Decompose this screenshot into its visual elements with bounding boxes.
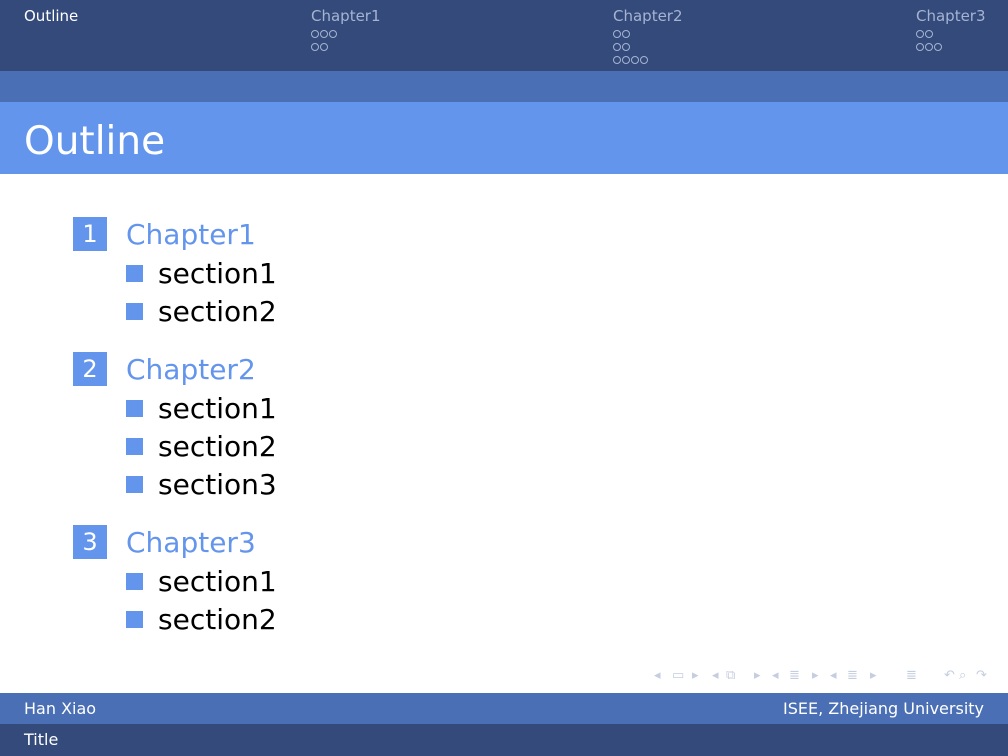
toc-section-row[interactable]: section2 [73, 600, 673, 638]
presentation-title: Title [24, 730, 59, 749]
dot-row [311, 40, 381, 53]
section-dot[interactable] [631, 55, 639, 64]
next-frame-icon[interactable]: ▸ [692, 668, 699, 683]
section-dot[interactable] [311, 29, 319, 38]
section-dot[interactable] [320, 29, 328, 38]
section-dot[interactable] [622, 42, 630, 51]
square-bullet-icon [126, 572, 143, 590]
section-dot[interactable] [613, 42, 621, 51]
toc-chapter-row[interactable]: 2 Chapter2 [73, 349, 673, 389]
chapter-title-link[interactable]: Chapter1 [126, 218, 256, 251]
search-icon[interactable]: ⌕ [959, 668, 966, 683]
dot-row [613, 53, 683, 66]
section-dot[interactable] [613, 29, 621, 38]
section-dot[interactable] [916, 42, 924, 51]
toc-section-row[interactable]: section1 [73, 562, 673, 600]
nav-item-label: Chapter1 [311, 7, 381, 25]
nav-item-label: Chapter3 [916, 7, 986, 25]
section-link[interactable]: section1 [158, 392, 277, 425]
section-link[interactable]: section3 [158, 468, 277, 501]
next-subsection-icon[interactable]: ▸ [754, 668, 761, 683]
subsection-icon[interactable]: ⧉ [726, 668, 735, 683]
toc-chapter-row[interactable]: 3 Chapter3 [73, 522, 673, 562]
toc-chapter: 2 Chapter2 section1 section2 section3 [73, 349, 673, 503]
section-dot[interactable] [320, 42, 328, 51]
prev-subsection-icon[interactable]: ◂ [712, 668, 719, 683]
toc-section-row[interactable]: section2 [73, 427, 673, 465]
dot-row [311, 27, 381, 40]
dot-row [613, 27, 683, 40]
prev-document-icon[interactable]: ◂ [830, 668, 837, 683]
section-dot[interactable] [925, 29, 933, 38]
frame-icon[interactable]: ▭ [672, 668, 684, 683]
square-bullet-icon [126, 399, 143, 417]
section-dot[interactable] [622, 29, 630, 38]
toc-chapter: 1 Chapter1 section1 section2 [73, 214, 673, 330]
back-icon[interactable]: ↶ [944, 668, 955, 683]
chapter-number-badge: 3 [73, 525, 107, 559]
footer-title-bar: Title [0, 724, 1008, 756]
nav-item-chapter3[interactable]: Chapter3 [916, 7, 986, 53]
chapter-title-link[interactable]: Chapter2 [126, 353, 256, 386]
section-dot[interactable] [622, 55, 630, 64]
section-dot[interactable] [311, 42, 319, 51]
section-dots [311, 27, 381, 53]
next-section-icon[interactable]: ▸ [812, 668, 819, 683]
toc-section-row[interactable]: section1 [73, 389, 673, 427]
prev-section-icon[interactable]: ◂ [772, 668, 779, 683]
footer-info-bar: Han Xiao ISEE, Zhejiang University [0, 693, 1008, 724]
nav-item-chapter2[interactable]: Chapter2 [613, 7, 683, 66]
square-bullet-icon [126, 264, 143, 282]
square-bullet-icon [126, 302, 143, 320]
chapter-number-badge: 2 [73, 352, 107, 386]
section-link[interactable]: section1 [158, 257, 277, 290]
toc-chapter-row[interactable]: 1 Chapter1 [73, 214, 673, 254]
toc-chapter: 3 Chapter3 section1 section2 [73, 522, 673, 638]
section-link[interactable]: section2 [158, 603, 277, 636]
nav-item-label: Outline [24, 7, 79, 25]
section-link[interactable]: section2 [158, 295, 277, 328]
document-icon[interactable]: ≣ [847, 668, 858, 683]
author-name: Han Xiao [24, 699, 97, 718]
section-dot[interactable] [916, 29, 924, 38]
toc-section-row[interactable]: section2 [73, 292, 673, 330]
subtitle-band [0, 71, 1008, 102]
nav-item-chapter1[interactable]: Chapter1 [311, 7, 381, 53]
prev-frame-icon[interactable]: ◂ [654, 668, 661, 683]
dot-row [916, 40, 986, 53]
forward-icon[interactable]: ↷ [976, 668, 987, 683]
nav-item-label: Chapter2 [613, 7, 683, 25]
toc-section-row[interactable]: section3 [73, 465, 673, 503]
square-bullet-icon [126, 610, 143, 628]
page-title: Outline [24, 119, 166, 164]
chapter-title-link[interactable]: Chapter3 [126, 526, 256, 559]
dot-row [613, 40, 683, 53]
section-dot[interactable] [640, 55, 648, 64]
chapter-number-badge: 1 [73, 217, 107, 251]
square-bullet-icon [126, 437, 143, 455]
appendix-icon[interactable]: ≣ [906, 668, 917, 683]
section-dot[interactable] [925, 42, 933, 51]
section-dots [613, 27, 683, 66]
section-dot[interactable] [613, 55, 621, 64]
section-link[interactable]: section2 [158, 430, 277, 463]
square-bullet-icon [126, 475, 143, 493]
section-icon[interactable]: ≣ [789, 668, 800, 683]
nav-item-outline[interactable]: Outline [24, 7, 78, 25]
dot-row [916, 27, 986, 40]
frame-title-bar: Outline [0, 102, 1008, 174]
header-navigation: Outline Chapter1 Chapter2 Chapter3 [0, 0, 1008, 71]
navigation-symbols: ◂ ▭ ▸ ◂ ⧉ ▸ ◂ ≣ ▸ ◂ ≣ ▸ ≣ ↶ ⌕ ↷ [654, 668, 1004, 688]
section-dots [916, 27, 986, 53]
section-link[interactable]: section1 [158, 565, 277, 598]
section-dot[interactable] [934, 42, 942, 51]
section-dot[interactable] [329, 29, 337, 38]
table-of-contents: 1 Chapter1 section1 section2 2 Chapter2 … [73, 214, 673, 657]
next-document-icon[interactable]: ▸ [870, 668, 877, 683]
toc-section-row[interactable]: section1 [73, 254, 673, 292]
institute-name: ISEE, Zhejiang University [783, 699, 984, 718]
